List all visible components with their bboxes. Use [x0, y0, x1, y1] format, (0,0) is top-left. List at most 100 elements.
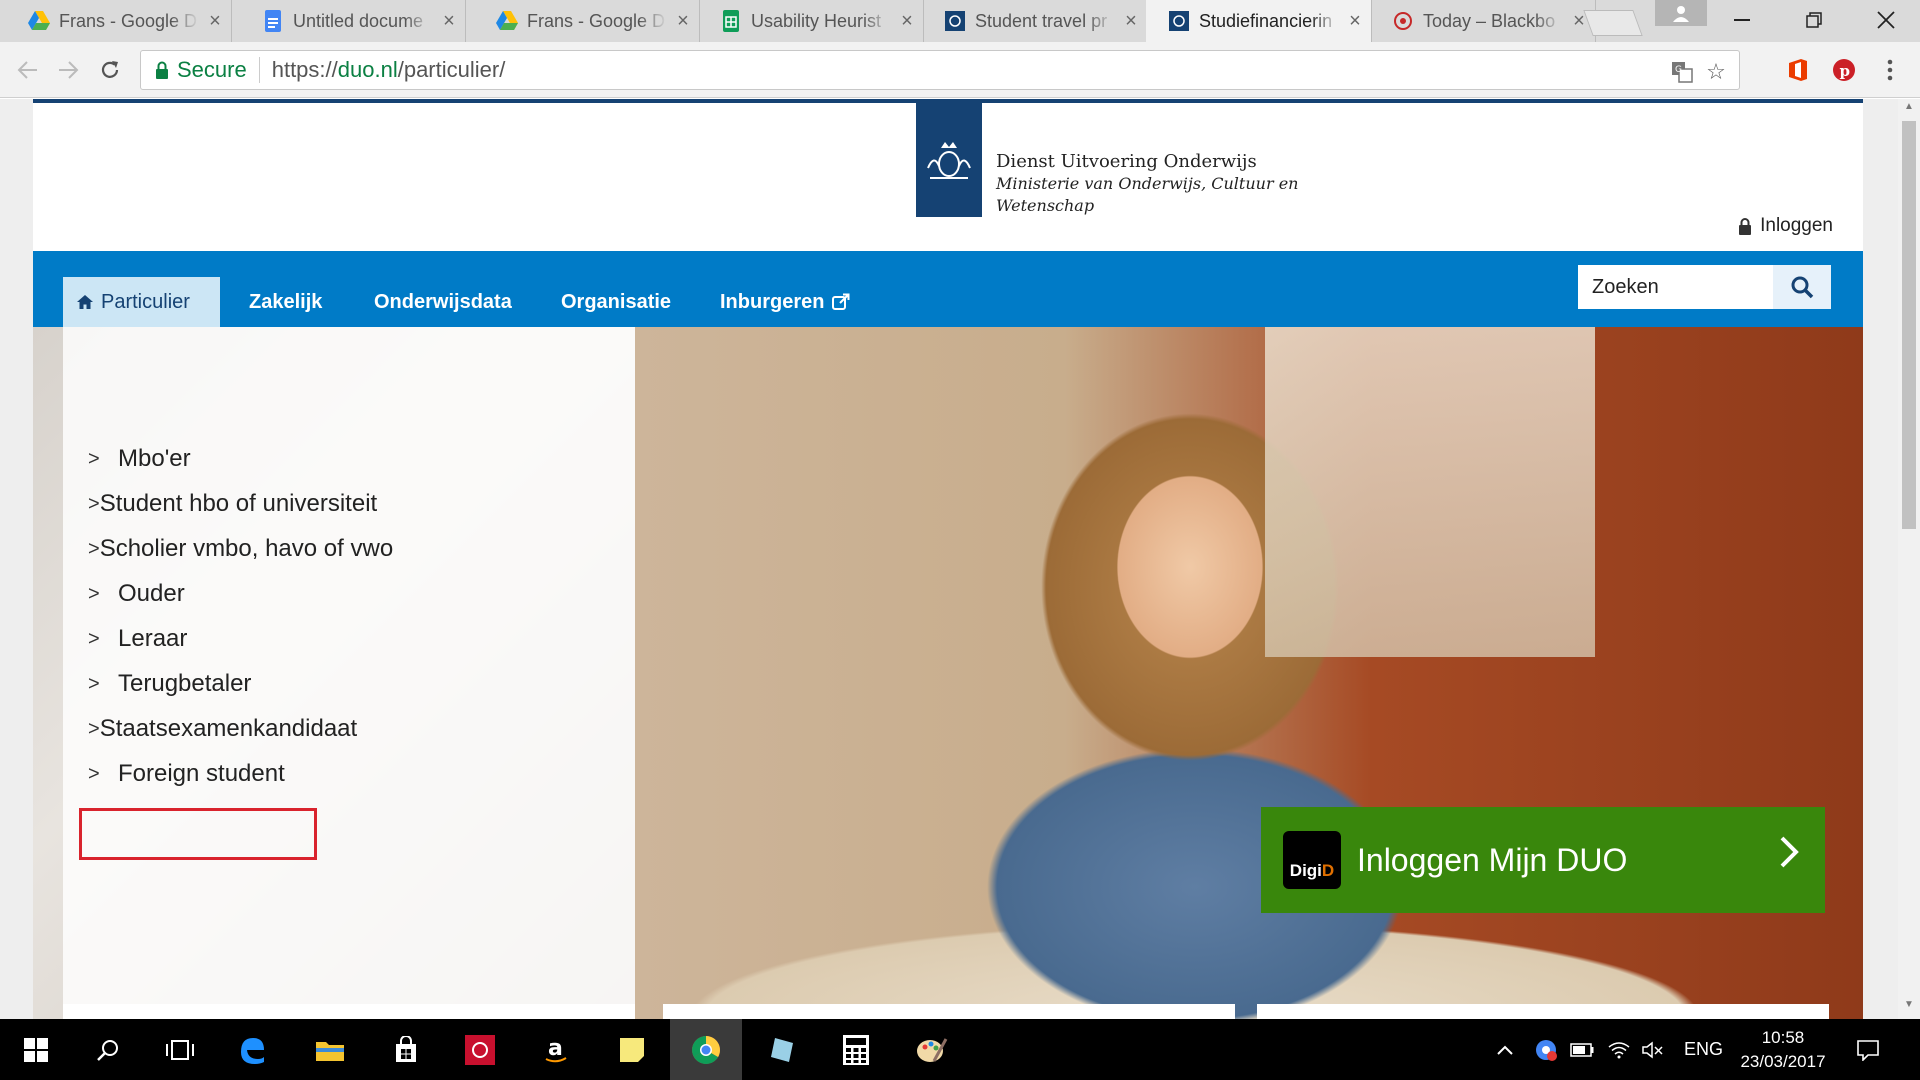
- store-icon[interactable]: [370, 1019, 442, 1080]
- scrollbar-thumb[interactable]: [1902, 121, 1916, 529]
- minimize-icon[interactable]: [1706, 0, 1778, 40]
- duo-page: Dienst Uitvoering Onderwijs Ministerie v…: [33, 99, 1863, 1019]
- windows-taskbar: a ENG 10:58 23/03/2017: [0, 1019, 1920, 1080]
- page-viewport: Dienst Uitvoering Onderwijs Ministerie v…: [0, 99, 1898, 1019]
- tab-student-travel[interactable]: Student travel pr ×: [922, 0, 1148, 42]
- tab-blackboard[interactable]: Today – Blackbo ×: [1370, 0, 1596, 42]
- menu-item-student-hbo[interactable]: > Student hbo of universiteit: [88, 482, 377, 526]
- chevron-right-icon: >: [88, 717, 100, 740]
- login-mijn-duo-button[interactable]: Digi D Inloggen Mijn DUO: [1261, 807, 1825, 913]
- close-tab-icon[interactable]: ×: [891, 10, 923, 33]
- highlight-annotation-box: [79, 808, 317, 860]
- menu-item-mboer[interactable]: > Mbo'er: [88, 437, 328, 481]
- edge-browser-icon[interactable]: [216, 1019, 288, 1080]
- tab-label: Frans - Google D: [59, 10, 198, 31]
- chrome-menu-icon[interactable]: [1872, 52, 1908, 88]
- digid-logo-icon: Digi D: [1283, 831, 1341, 889]
- restore-icon[interactable]: [1778, 0, 1850, 40]
- close-tab-icon[interactable]: ×: [199, 10, 231, 33]
- close-tab-icon[interactable]: ×: [433, 10, 465, 33]
- main-navigation: Particulier Zakelijk Onderwijsdata Organ…: [33, 251, 1863, 327]
- login-link[interactable]: Inloggen: [1738, 215, 1833, 237]
- profile-icon[interactable]: [1655, 0, 1707, 26]
- app-icon[interactable]: [444, 1019, 516, 1080]
- search-input[interactable]: Zoeken: [1578, 265, 1773, 309]
- volume-muted-icon[interactable]: [1642, 1019, 1664, 1080]
- task-view-icon[interactable]: [144, 1019, 216, 1080]
- menu-item-label: Foreign student: [118, 760, 285, 787]
- svg-text:a: a: [548, 1036, 563, 1061]
- tab-label: Student travel pr: [975, 10, 1108, 31]
- url-host: duo.nl: [337, 57, 398, 82]
- nav-item-onderwijsdata[interactable]: Onderwijsdata: [374, 277, 512, 327]
- menu-item-label: Leraar: [118, 625, 188, 652]
- close-tab-icon[interactable]: ×: [1339, 10, 1371, 33]
- secure-indicator[interactable]: Secure: [141, 57, 260, 83]
- search-placeholder: Zoeken: [1592, 275, 1659, 298]
- page-scrollbar[interactable]: ▲ ▼: [1898, 99, 1920, 1019]
- action-center-icon[interactable]: [1856, 1019, 1880, 1080]
- lock-icon: [1738, 217, 1752, 235]
- nav-item-organisatie[interactable]: Organisatie: [561, 277, 671, 327]
- photo-window: [1265, 327, 1595, 657]
- tab-studiefinanciering[interactable]: Studiefinancierin ×: [1146, 0, 1372, 42]
- scroll-up-icon[interactable]: ▲: [1898, 101, 1920, 119]
- tab-label: Frans - Google D: [527, 10, 666, 31]
- menu-item-staatsexamen[interactable]: > Staatsexamenkandidaat: [88, 707, 357, 751]
- scroll-down-icon[interactable]: ▼: [1898, 999, 1920, 1017]
- nav-label: Zakelijk: [249, 290, 323, 313]
- tab-label: Untitled docume: [293, 10, 424, 31]
- translate-icon[interactable]: G: [1667, 57, 1697, 87]
- close-tab-icon[interactable]: ×: [667, 10, 699, 33]
- google-sheets-icon: [720, 10, 742, 32]
- search-button[interactable]: [1773, 265, 1831, 309]
- reload-icon[interactable]: [92, 52, 128, 88]
- menu-item-ouder[interactable]: > Ouder: [88, 572, 328, 616]
- back-icon[interactable]: [10, 52, 46, 88]
- menu-item-leraar[interactable]: > Leraar: [88, 617, 328, 661]
- tab-untitled-document[interactable]: Untitled docume ×: [240, 0, 466, 42]
- battery-icon[interactable]: [1570, 1019, 1594, 1080]
- close-tab-icon[interactable]: ×: [1115, 10, 1147, 33]
- rijksoverheid-logo[interactable]: Dienst Uitvoering Onderwijs Ministerie v…: [916, 103, 1298, 217]
- google-docs-icon: [262, 10, 284, 32]
- amazon-icon[interactable]: a: [520, 1019, 592, 1080]
- sticky-notes-icon[interactable]: [596, 1019, 668, 1080]
- svg-text:G: G: [1675, 65, 1682, 75]
- new-tab-button[interactable]: [1583, 10, 1643, 36]
- nav-item-zakelijk[interactable]: Zakelijk: [249, 277, 322, 327]
- menu-item-terugbetaler[interactable]: > Terugbetaler: [88, 662, 328, 706]
- forward-icon[interactable]: [50, 52, 86, 88]
- file-explorer-icon[interactable]: [294, 1019, 366, 1080]
- calculator-icon[interactable]: [820, 1019, 892, 1080]
- notepad-icon[interactable]: [746, 1019, 818, 1080]
- search-icon: [1790, 275, 1814, 299]
- windows-start-icon[interactable]: [0, 1019, 72, 1080]
- google-drive-icon: [28, 10, 50, 32]
- hero-section: > Mbo'er > Student hbo of universiteit >…: [33, 327, 1863, 1019]
- nav-item-inburgeren[interactable]: Inburgeren: [720, 277, 850, 327]
- office-icon[interactable]: [1780, 52, 1816, 88]
- bookmark-star-icon[interactable]: ☆: [1701, 57, 1731, 87]
- nav-item-particulier[interactable]: Particulier: [63, 277, 220, 327]
- show-hidden-icons-icon[interactable]: [1496, 1019, 1514, 1080]
- clock[interactable]: 10:58 23/03/2017: [1733, 1026, 1833, 1074]
- close-window-icon[interactable]: [1850, 0, 1920, 40]
- tab-usability-heuristics[interactable]: Usability Heurist ×: [698, 0, 924, 42]
- search-icon[interactable]: [72, 1019, 144, 1080]
- student-photo: [635, 327, 1863, 1019]
- paint-icon[interactable]: [896, 1019, 968, 1080]
- address-bar[interactable]: Secure https://duo.nl/particulier/ G ☆: [140, 50, 1740, 90]
- language-indicator[interactable]: ENG: [1684, 1019, 1723, 1080]
- url-path: /particulier/: [397, 57, 506, 82]
- tab-frans-google-drive-2[interactable]: Frans - Google D ×: [474, 0, 700, 42]
- menu-item-scholier[interactable]: > Scholier vmbo, havo of vwo: [88, 527, 393, 571]
- tab-label: Today – Blackbo: [1423, 10, 1556, 31]
- wifi-icon[interactable]: [1608, 1019, 1630, 1080]
- tab-frans-google-drive[interactable]: Frans - Google D ×: [6, 0, 232, 42]
- chrome-notification-icon[interactable]: [1534, 1019, 1558, 1080]
- chrome-icon[interactable]: [670, 1019, 742, 1080]
- digid-suffix: D: [1321, 861, 1335, 880]
- menu-item-foreign-student[interactable]: > Foreign student: [88, 752, 328, 796]
- pinterest-icon[interactable]: p: [1826, 52, 1862, 88]
